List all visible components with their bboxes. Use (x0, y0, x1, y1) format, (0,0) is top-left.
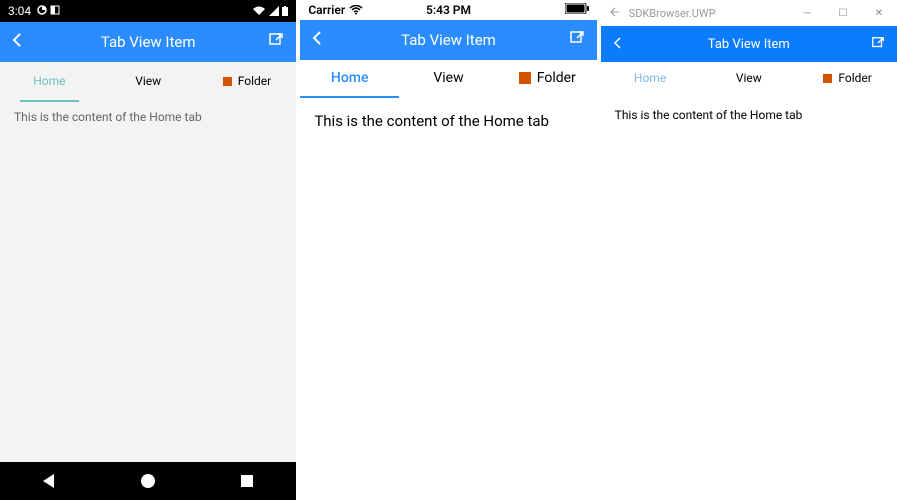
signal-icon (269, 6, 279, 16)
app-header: Tab View Item (0, 22, 296, 62)
tab-bar: Home View Folder (300, 60, 596, 98)
ios-time: 5:43 PM (426, 3, 471, 17)
back-icon[interactable] (312, 30, 322, 51)
carrier-label: Carrier (308, 3, 345, 17)
tab-label: View (736, 71, 762, 85)
android-time: 3:04 (8, 4, 31, 18)
page-title: Tab View Item (708, 37, 790, 52)
android-nav-bar (0, 462, 296, 500)
tab-view[interactable]: View (399, 60, 498, 98)
android-device: 3:04 Tab View Item Home View Fol (0, 0, 296, 500)
folder-icon (223, 77, 232, 86)
maximize-button[interactable]: ☐ (825, 0, 861, 26)
tab-content: This is the content of the Home tab (601, 96, 897, 500)
tab-label: View (135, 74, 161, 88)
uwp-titlebar: SDKBrowser.UWP ─ ☐ ✕ (601, 0, 897, 26)
share-icon[interactable] (569, 30, 585, 50)
tab-view[interactable]: View (699, 62, 798, 96)
uwp-device: SDKBrowser.UWP ─ ☐ ✕ Tab View Item Home … (601, 0, 897, 500)
tab-folder[interactable]: Folder (498, 60, 597, 98)
tab-home[interactable]: Home (0, 62, 99, 100)
tab-label: Home (33, 74, 65, 88)
nav-recent-icon[interactable] (241, 475, 253, 487)
folder-icon (823, 74, 832, 83)
nav-home-icon[interactable] (141, 474, 155, 488)
back-icon[interactable] (613, 34, 623, 55)
tab-label: Home (634, 71, 666, 85)
minimize-button[interactable]: ─ (789, 0, 825, 26)
back-icon[interactable] (12, 32, 22, 53)
tab-content: This is the content of the Home tab (0, 100, 296, 462)
wifi-icon (252, 6, 266, 16)
tab-bar: Home View Folder (601, 62, 897, 96)
tab-folder[interactable]: Folder (198, 62, 297, 100)
ios-status-bar: Carrier 5:43 PM (300, 0, 596, 20)
share-icon[interactable] (871, 35, 885, 54)
nav-back-icon[interactable] (43, 474, 54, 488)
tab-folder[interactable]: Folder (798, 62, 897, 96)
uwp-back-icon[interactable] (609, 6, 621, 21)
tab-label: Folder (537, 70, 576, 86)
tab-home[interactable]: Home (300, 60, 399, 98)
battery-icon (282, 6, 288, 16)
ios-device: Carrier 5:43 PM Tab View Item Home View … (300, 0, 596, 500)
tab-content: This is the content of the Home tab (300, 98, 596, 500)
battery-icon (565, 3, 589, 14)
folder-icon (519, 72, 531, 84)
tab-label: Folder (238, 74, 271, 88)
tab-label: View (433, 70, 463, 86)
share-icon[interactable] (268, 32, 284, 52)
tab-label: Folder (838, 71, 871, 85)
page-title: Tab View Item (101, 33, 196, 51)
android-status-bar: 3:04 (0, 0, 296, 22)
android-notif-icons (37, 4, 60, 18)
page-title: Tab View Item (401, 31, 496, 49)
tab-home[interactable]: Home (601, 62, 700, 96)
wifi-icon (349, 5, 363, 15)
app-header: Tab View Item (601, 26, 897, 62)
tab-view[interactable]: View (99, 62, 198, 100)
close-button[interactable]: ✕ (861, 0, 897, 26)
uwp-app-name: SDKBrowser.UWP (629, 7, 716, 20)
app-header: Tab View Item (300, 20, 596, 60)
tab-bar: Home View Folder (0, 62, 296, 100)
tab-label: Home (331, 70, 369, 86)
